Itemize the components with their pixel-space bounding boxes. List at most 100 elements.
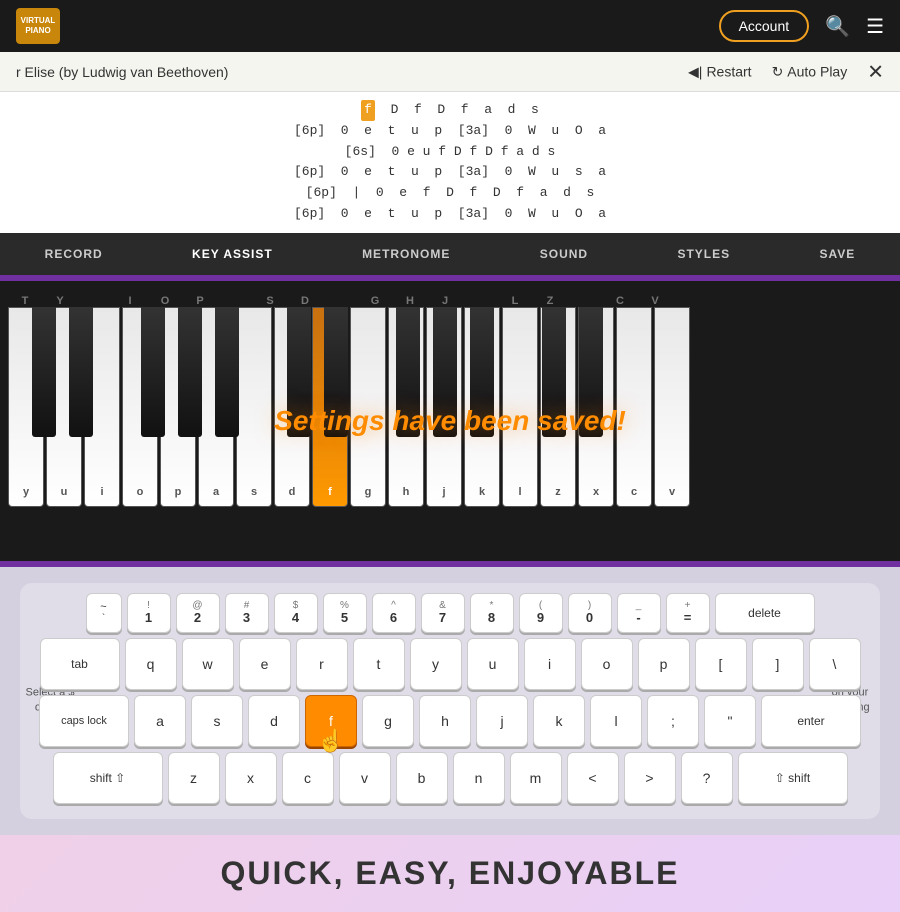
key-shift-right[interactable]: ⇧ shift xyxy=(738,752,848,804)
close-button[interactable]: ✕ xyxy=(867,59,884,84)
key-2[interactable]: @ 2 xyxy=(176,593,220,633)
piano-top-label-P: P xyxy=(183,295,217,307)
key-v[interactable]: v xyxy=(339,752,391,804)
piano-black-key-12[interactable] xyxy=(579,307,603,437)
toolbar-styles[interactable]: STYLES xyxy=(669,243,738,265)
piano-top-label-blank2 xyxy=(218,295,252,307)
key-k[interactable]: k xyxy=(533,695,585,747)
sheet-controls: ◀| Restart ↻ Auto Play ✕ xyxy=(688,59,884,84)
bottom-title: QUICK, EASY, ENJOYABLE xyxy=(16,855,884,892)
toolbar-metronome[interactable]: METRONOME xyxy=(354,243,458,265)
piano-top-label-J: J xyxy=(428,295,462,307)
piano-key-s[interactable]: s xyxy=(236,307,272,507)
key-j[interactable]: j xyxy=(476,695,528,747)
key-enter[interactable]: enter xyxy=(761,695,861,747)
piano-black-key-5[interactable] xyxy=(215,307,239,437)
sheet-line-1: f D f D f a d s xyxy=(0,100,900,121)
key-p[interactable]: p xyxy=(638,638,690,690)
key-6[interactable]: ^ 6 xyxy=(372,593,416,633)
piano-key-c[interactable]: c xyxy=(616,307,652,507)
toolbar-record[interactable]: RECORD xyxy=(37,243,111,265)
key-e[interactable]: e xyxy=(239,638,291,690)
toolbar-key-assist[interactable]: KEY ASSIST xyxy=(184,243,281,265)
key-tilde[interactable]: ~` xyxy=(86,593,122,633)
key-w[interactable]: w xyxy=(182,638,234,690)
key-y[interactable]: y xyxy=(410,638,462,690)
toolbar-save[interactable]: SAVE xyxy=(811,243,863,265)
key-c[interactable]: c xyxy=(282,752,334,804)
piano-key-v[interactable]: v xyxy=(654,307,690,507)
piano-black-key-6[interactable] xyxy=(287,307,311,437)
piano-key-label-f: f xyxy=(328,486,332,498)
key-caps[interactable]: caps lock xyxy=(39,695,129,747)
key-greater[interactable]: > xyxy=(624,752,676,804)
key-z[interactable]: z xyxy=(168,752,220,804)
piano-key-label-z: z xyxy=(555,486,561,498)
cursor-hand-icon: ☝ xyxy=(317,728,344,754)
key-s[interactable]: s xyxy=(191,695,243,747)
key-7[interactable]: & 7 xyxy=(421,593,465,633)
piano-key-label-h: h xyxy=(403,486,410,498)
account-button[interactable]: Account xyxy=(719,10,810,42)
song-title: r Elise (by Ludwig van Beethoven) xyxy=(16,64,228,80)
key-minus[interactable]: _ - xyxy=(617,593,661,633)
toolbar-sound[interactable]: SOUND xyxy=(532,243,596,265)
toolbar: RECORD KEY ASSIST METRONOME SOUND STYLES… xyxy=(0,233,900,275)
key-backslash[interactable]: \ xyxy=(809,638,861,690)
piano-black-key-4[interactable] xyxy=(178,307,202,437)
key-bracket-close[interactable]: ] xyxy=(752,638,804,690)
key-u[interactable]: u xyxy=(467,638,519,690)
key-4[interactable]: $ 4 xyxy=(274,593,318,633)
key-a[interactable]: a xyxy=(134,695,186,747)
key-o[interactable]: o xyxy=(581,638,633,690)
key-3[interactable]: # 3 xyxy=(225,593,269,633)
key-question[interactable]: ? xyxy=(681,752,733,804)
key-shift-left[interactable]: shift ⇧ xyxy=(53,752,163,804)
key-n[interactable]: n xyxy=(453,752,505,804)
key-f[interactable]: f ☝ xyxy=(305,695,357,747)
key-1[interactable]: ! 1 xyxy=(127,593,171,633)
key-d[interactable]: d xyxy=(248,695,300,747)
search-icon[interactable]: 🔍 xyxy=(825,14,850,39)
key-m[interactable]: m xyxy=(510,752,562,804)
piano-key-g[interactable]: g xyxy=(350,307,386,507)
key-0[interactable]: ) 0 xyxy=(568,593,612,633)
logo-box: VIRTUAL PIANO xyxy=(16,8,60,44)
key-quote[interactable]: " xyxy=(704,695,756,747)
key-r[interactable]: r xyxy=(296,638,348,690)
key-less[interactable]: < xyxy=(567,752,619,804)
piano-black-key-9[interactable] xyxy=(433,307,457,437)
key-h[interactable]: h xyxy=(419,695,471,747)
key-plus[interactable]: + = xyxy=(666,593,710,633)
key-8[interactable]: * 8 xyxy=(470,593,514,633)
piano-black-key-8[interactable] xyxy=(396,307,420,437)
key-5[interactable]: % 5 xyxy=(323,593,367,633)
key-semicolon[interactable]: ; xyxy=(647,695,699,747)
restart-button[interactable]: ◀| Restart xyxy=(688,63,752,80)
key-l[interactable]: l xyxy=(590,695,642,747)
autoplay-button[interactable]: ↻ Auto Play xyxy=(772,63,848,80)
menu-icon[interactable]: ☰ xyxy=(866,14,884,39)
key-q[interactable]: q xyxy=(125,638,177,690)
key-b[interactable]: b xyxy=(396,752,448,804)
key-tab[interactable]: tab xyxy=(40,638,120,690)
restart-icon: ◀| xyxy=(688,63,702,80)
key-bracket-open[interactable]: [ xyxy=(695,638,747,690)
piano-key-label-c: c xyxy=(631,486,637,498)
key-delete[interactable]: delete xyxy=(715,593,815,633)
piano-black-key-11[interactable] xyxy=(542,307,566,437)
key-9[interactable]: ( 9 xyxy=(519,593,563,633)
piano-black-key-7[interactable] xyxy=(324,307,348,437)
key-g[interactable]: g xyxy=(362,695,414,747)
piano-black-key-10[interactable] xyxy=(470,307,494,437)
key-x[interactable]: x xyxy=(225,752,277,804)
piano-black-key-2[interactable] xyxy=(69,307,93,437)
key-t[interactable]: t xyxy=(353,638,405,690)
key-i[interactable]: i xyxy=(524,638,576,690)
piano-key-l[interactable]: l xyxy=(502,307,538,507)
piano-black-key-1[interactable] xyxy=(32,307,56,437)
header: VIRTUAL PIANO Account 🔍 ☰ xyxy=(0,0,900,52)
restart-label: Restart xyxy=(706,64,751,80)
keyboard-overlay: Select a $or by | on yourhe song ~` ! 1 … xyxy=(20,583,880,819)
piano-black-key-3[interactable] xyxy=(141,307,165,437)
